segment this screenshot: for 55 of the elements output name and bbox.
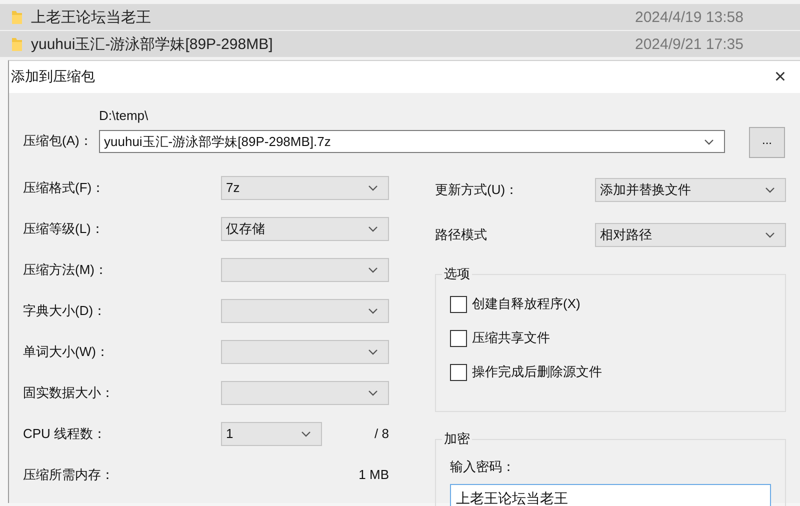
chevron-icon (765, 232, 775, 238)
chevron-icon (704, 138, 714, 144)
file-date: 2024/4/19 13:58 (635, 8, 744, 26)
checkbox[interactable] (450, 296, 467, 312)
password-field[interactable]: 上老王论坛当老王 (450, 484, 771, 506)
field-label: 压缩所需内存： (23, 466, 115, 484)
checkbox[interactable] (450, 330, 467, 346)
thread-count: / 8 (374, 426, 389, 441)
field-label: 压缩包(A)： (23, 132, 94, 150)
field-label: 输入密码： (450, 458, 516, 476)
field-label: 压缩方法(M)： (23, 260, 108, 278)
group-title: 选项 (443, 265, 471, 283)
browse-button[interactable]: ... (749, 127, 785, 158)
field-label: 更新方式(U)： (435, 180, 520, 198)
file-date: 2024/9/21 17:35 (635, 36, 744, 52)
field-label: 字典大小(D)： (23, 302, 108, 320)
dropdown[interactable] (221, 380, 389, 404)
dropdown[interactable] (221, 340, 389, 364)
memory-value: 1 MB (358, 467, 389, 482)
field-label: CPU 线程数： (23, 424, 108, 442)
dropdown[interactable]: 7z (221, 176, 389, 200)
dropdown[interactable] (221, 298, 389, 322)
dropdown[interactable]: 添加并替换文件 (595, 178, 786, 202)
field-label: 压缩等级(L)： (23, 220, 105, 238)
chevron-icon (301, 430, 311, 436)
dropdown[interactable]: 仅存储 (221, 216, 389, 240)
field-label: 固实数据大小： (23, 384, 115, 402)
file-row[interactable]: 上老王论坛当老王 2024/4/19 13:58 (0, 4, 800, 30)
field-label: 单词大小(W)： (23, 342, 110, 360)
archive-name-field[interactable]: yuuhui玉汇-游泳部学妹[89P-298MB].7z (99, 130, 725, 153)
dropdown[interactable]: 相对路径 (595, 222, 786, 246)
chevron-icon (368, 390, 378, 396)
close-button[interactable]: × (772, 67, 788, 87)
field-label: 路径模式 (435, 226, 488, 244)
file-name: yuuhui玉汇-游泳部学妹[89P-298MB] (31, 34, 274, 54)
folder-icon (11, 9, 23, 25)
chevron-icon (368, 226, 378, 232)
dropdown[interactable]: 1 (221, 422, 322, 446)
checkbox[interactable] (450, 364, 467, 380)
chevron-icon (368, 308, 378, 314)
chevron-icon (368, 184, 378, 190)
checkbox-label: 压缩共享文件 (472, 329, 550, 347)
folder-icon (11, 36, 23, 52)
dialog-title: 添加到压缩包 (11, 68, 96, 86)
field-label: 压缩格式(F)： (23, 178, 106, 196)
file-name: 上老王论坛当老王 (31, 8, 152, 26)
chevron-icon (368, 266, 378, 272)
group-title: 加密 (443, 430, 471, 448)
checkbox-label: 操作完成后删除源文件 (472, 363, 602, 381)
dropdown[interactable] (221, 258, 389, 282)
chevron-icon (765, 186, 775, 192)
checkbox-label: 创建自释放程序(X) (472, 295, 580, 313)
folder-path: D:\temp\ (99, 107, 150, 125)
chevron-icon (368, 348, 378, 354)
file-row[interactable]: yuuhui玉汇-游泳部学妹[89P-298MB] 2024/9/21 17:35 (0, 31, 800, 57)
